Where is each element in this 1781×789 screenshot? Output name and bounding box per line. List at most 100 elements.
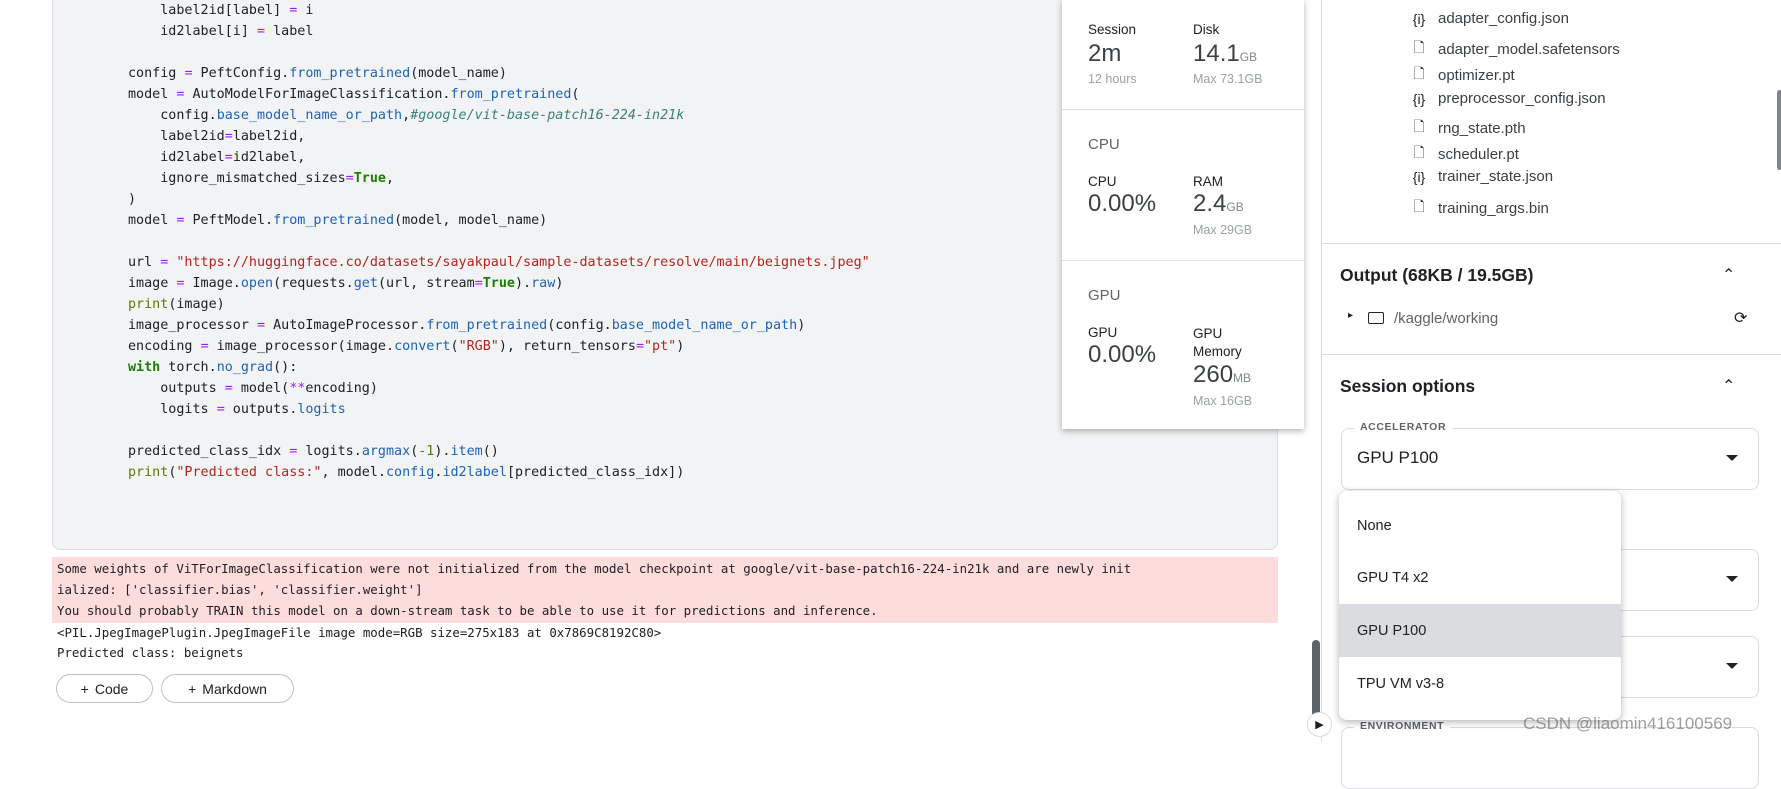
- accelerator-option[interactable]: GPU P100: [1339, 604, 1621, 657]
- session-value: 2m: [1088, 40, 1122, 67]
- file-name: rng_state.pth: [1438, 119, 1526, 137]
- code-token: (config.: [547, 318, 612, 333]
- code-token: =: [224, 129, 233, 144]
- file-icon: 🗋: [1413, 144, 1425, 160]
- code-token: =: [224, 381, 233, 396]
- resource-usage-popup: Session 2m 12 hours Disk 14.1GB Max 73.1…: [1062, 0, 1304, 429]
- chevron-up-icon[interactable]: ⌃: [1722, 265, 1735, 285]
- code-token: open: [240, 276, 274, 291]
- code-token: (): [482, 444, 499, 459]
- code-line: label2id=label2id,: [128, 126, 870, 147]
- code-token: id2label: [442, 465, 507, 480]
- code-token: ,: [402, 108, 411, 123]
- play-icon: ▶: [1315, 719, 1324, 731]
- sidebar-scrollbar[interactable]: [1777, 90, 1781, 170]
- file-item[interactable]: 🗋 adapter_model.safetensors: [1410, 37, 1620, 61]
- accelerator-dropdown-menu: None GPU T4 x2 GPU P100 TPU VM v3-8: [1339, 491, 1621, 720]
- file-item[interactable]: 🗋 scheduler.pt: [1410, 142, 1519, 166]
- code-token: #google/vit-base-patch16-224-in21k: [410, 108, 685, 123]
- accelerator-option[interactable]: TPU VM v3-8: [1339, 657, 1621, 710]
- file-name: adapter_model.safetensors: [1438, 40, 1620, 58]
- code-token: with: [128, 360, 161, 375]
- code-token: label2id,: [232, 129, 306, 144]
- code-token: ): [128, 192, 137, 207]
- file-item[interactable]: {i} preprocessor_config.json: [1410, 90, 1606, 107]
- file-icon: 🗋: [1413, 198, 1425, 214]
- expand-panel-button[interactable]: ▶: [1307, 712, 1332, 737]
- add-markdown-button[interactable]: + Markdown: [161, 674, 294, 703]
- accelerator-option[interactable]: GPU T4 x2: [1339, 551, 1621, 604]
- code-token: url: [128, 255, 161, 270]
- code-token: "pt": [644, 339, 677, 354]
- code-token: PeftModel.: [184, 213, 274, 228]
- code-line: with torch.no_grad():: [128, 357, 870, 378]
- code-token: from_pretrained: [289, 66, 411, 81]
- code-token: (model, model_name): [394, 213, 548, 228]
- file-item[interactable]: {i} trainer_state.json: [1410, 168, 1553, 185]
- divider: [1322, 243, 1781, 244]
- session-limit: 12 hours: [1088, 72, 1137, 86]
- code-token: model(: [232, 381, 290, 396]
- session-section: Session 2m 12 hours Disk 14.1GB Max 73.1…: [1062, 0, 1304, 110]
- code-token: torch.: [160, 360, 217, 375]
- expand-triangle-icon[interactable]: ▸: [1348, 310, 1353, 321]
- code-token: print: [128, 297, 169, 312]
- code-token: argmax: [361, 444, 411, 459]
- code-editor[interactable]: label2id[label] = i id2label[i] = label c…: [128, 0, 870, 483]
- code-token: item: [450, 444, 483, 459]
- code-line: url = "https://huggingface.co/datasets/s…: [128, 252, 870, 273]
- gpu-label: GPU: [1088, 325, 1118, 340]
- code-token: from_pretrained: [273, 213, 395, 228]
- stderr-line-2: ialized: ['classifier.bias', 'classifier…: [57, 582, 423, 597]
- file-name: preprocessor_config.json: [1438, 90, 1606, 107]
- code-token: =: [474, 276, 483, 291]
- code-token: label2id[label]: [128, 3, 290, 18]
- code-token: label2id: [128, 129, 225, 144]
- plus-icon: +: [188, 680, 197, 697]
- code-token: ): [797, 318, 806, 333]
- file-item[interactable]: 🗋 rng_state.pth: [1410, 116, 1526, 140]
- code-line: predicted_class_idx = logits.argmax(-1).…: [128, 441, 870, 462]
- code-line: ignore_mismatched_sizes=True,: [128, 168, 870, 189]
- accelerator-label: ACCELERATOR: [1354, 421, 1453, 433]
- file-item[interactable]: 🗋 optimizer.pt: [1410, 63, 1515, 87]
- folder-path[interactable]: /kaggle/working: [1394, 310, 1498, 327]
- code-line: outputs = model(**encoding): [128, 378, 870, 399]
- gpu-memory-label: GPU Memory: [1193, 326, 1242, 359]
- code-token: label: [265, 24, 314, 39]
- accelerator-select[interactable]: ACCELERATOR GPU P100: [1341, 421, 1759, 490]
- chevron-up-icon[interactable]: ⌃: [1722, 376, 1735, 396]
- refresh-icon[interactable]: ⟳: [1734, 308, 1747, 328]
- add-code-button[interactable]: + Code: [56, 674, 153, 703]
- file-item[interactable]: 🗋 training_args.bin: [1410, 196, 1549, 220]
- stdout-line-2: Predicted class: beignets: [57, 645, 244, 660]
- accelerator-value: GPU P100: [1357, 448, 1439, 467]
- file-name: optimizer.pt: [1438, 66, 1515, 84]
- code-token: encoding): [305, 381, 378, 396]
- dropdown-arrow-icon: [1726, 455, 1738, 461]
- divider: [1322, 354, 1781, 355]
- code-token: id2label[i]: [128, 24, 257, 39]
- code-token: model: [128, 213, 177, 228]
- code-token: base_model_name_or_path: [611, 318, 798, 333]
- stderr-line-1: Some weights of ViTForImageClassificatio…: [57, 561, 1132, 576]
- code-line: ): [128, 189, 870, 210]
- stdout-line-1: <PIL.JpegImagePlugin.JpegImageFile image…: [57, 625, 662, 640]
- code-token: id2label: [128, 150, 225, 165]
- dropdown-arrow-icon: [1726, 576, 1738, 582]
- code-token: =: [635, 339, 644, 354]
- json-file-icon: {i}: [1412, 10, 1426, 27]
- code-token: raw: [531, 276, 556, 291]
- code-line: image_processor = AutoImageProcessor.fro…: [128, 315, 870, 336]
- environment-select[interactable]: ENVIRONMENT: [1341, 720, 1759, 789]
- code-token: predicted_class_idx: [128, 444, 290, 459]
- ram-label: RAM: [1193, 174, 1223, 189]
- code-token: image_processor(image.: [208, 339, 395, 354]
- code-token: PeftConfig.: [192, 66, 290, 81]
- accelerator-option[interactable]: None: [1339, 499, 1621, 552]
- code-line: model = AutoModelForImageClassification.…: [128, 84, 870, 105]
- code-token: logits: [128, 402, 217, 417]
- file-item[interactable]: {i} adapter_config.json: [1410, 10, 1569, 27]
- code-token: ).: [434, 444, 451, 459]
- code-token: =: [224, 150, 233, 165]
